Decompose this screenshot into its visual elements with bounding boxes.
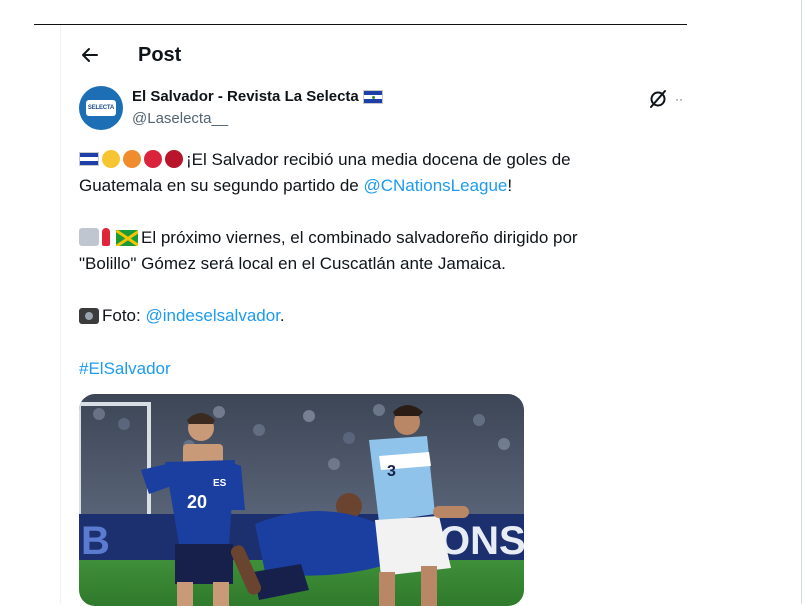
tweet-text-2: Guatemala en su segundo partido de	[79, 176, 364, 195]
tweet-line-2: Guatemala en su segundo partido de @CNat…	[79, 173, 512, 199]
tweet-line-4: "Bolillo" Gómez será local en el Cuscatl…	[79, 254, 506, 273]
back-arrow-icon[interactable]	[78, 43, 102, 67]
avatar-logo-text: SELECTA	[86, 100, 116, 116]
page-title: Post	[138, 43, 182, 66]
tweet-photo[interactable]: B ONS 20 ES 3	[79, 394, 524, 606]
jamaica-flag-emoji-icon	[116, 230, 138, 246]
photo-prefix: Foto:	[102, 306, 146, 325]
angry-face-emoji-icon	[123, 150, 141, 168]
photo-end: .	[279, 306, 285, 325]
player-number-20: 20	[187, 492, 207, 512]
post-header: Post	[78, 40, 181, 70]
camera-emoji-icon	[79, 308, 99, 324]
tweet-text-3: El próximo viernes, el combinado salvado…	[141, 228, 578, 247]
grok-icon[interactable]	[647, 88, 669, 110]
cursing-face-emoji-icon	[165, 150, 183, 168]
tweet-line-3: El próximo viernes, el combinado salvado…	[79, 225, 578, 251]
more-icon[interactable]: ··	[675, 88, 689, 110]
rage-face-emoji-icon	[144, 150, 162, 168]
sad-face-emoji-icon	[102, 150, 120, 168]
avatar[interactable]: SELECTA	[79, 86, 123, 130]
tweet-text-1: ¡El Salvador recibió una media docena de…	[186, 150, 571, 169]
tweet-photo-credit: Foto: @indeselsalvador.	[79, 303, 285, 329]
mention-cnationsleague[interactable]: @CNationsLeague	[363, 176, 507, 195]
pin-emoji-icon	[102, 228, 110, 246]
board-text-left: B	[81, 519, 110, 563]
right-border	[801, 0, 802, 604]
author-name[interactable]: El Salvador - Revista La Selecta	[132, 88, 359, 105]
mention-indeselsalvador[interactable]: @indeselsalvador	[145, 306, 279, 325]
author-name-row: El Salvador - Revista La Selecta	[132, 88, 383, 105]
el-salvador-flag-icon	[362, 89, 383, 104]
player-badge: ES	[213, 478, 227, 489]
tweet-line-1: ¡El Salvador recibió una media docena de…	[79, 147, 571, 173]
stadium-emoji-icon	[79, 228, 99, 246]
author-handle[interactable]: @Laselecta__	[132, 110, 228, 127]
player-number-3: 3	[387, 463, 396, 480]
hashtag-elsalvador[interactable]: #ElSalvador	[79, 356, 171, 382]
el-salvador-flag-emoji-icon	[79, 152, 99, 166]
board-text: ONS	[439, 519, 524, 563]
tweet-text-2-end: !	[507, 176, 513, 195]
